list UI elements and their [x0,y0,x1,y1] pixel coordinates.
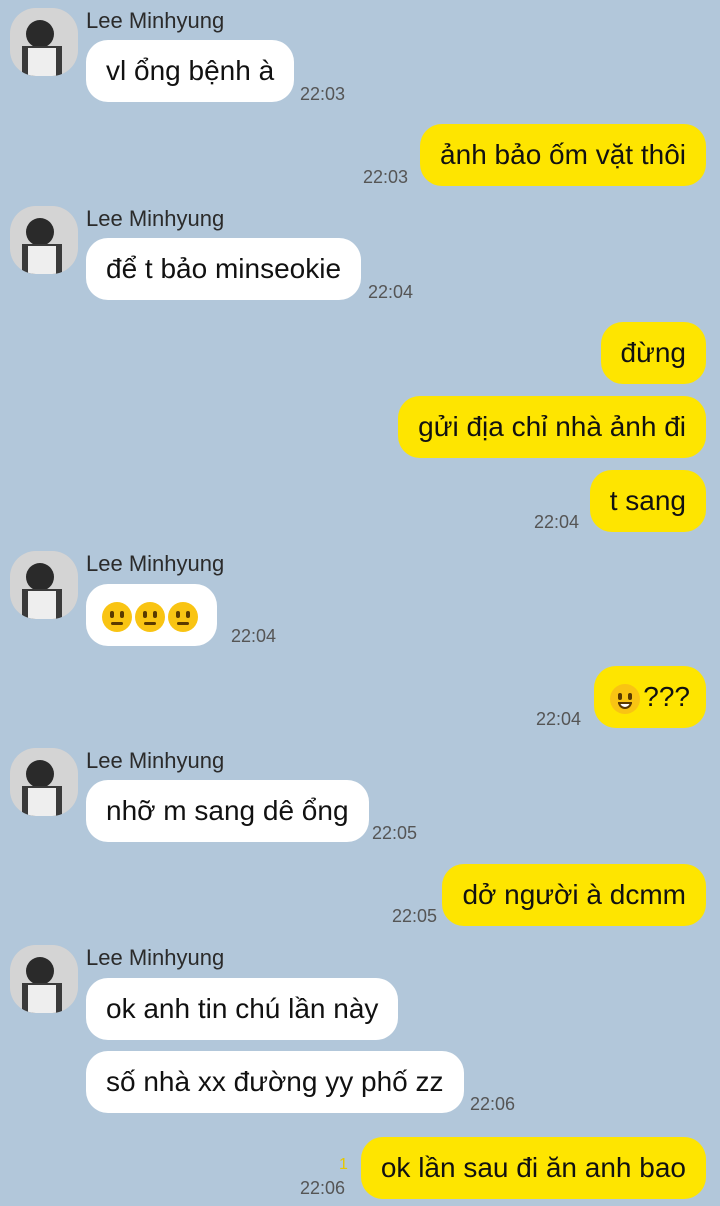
message-time: 22:04 [536,709,582,729]
raised-eyebrow-face-icon [102,601,132,632]
sender-name: Lee Minhyung [86,551,225,576]
profile-photo-icon [10,551,78,619]
message-time: 22:04 [368,282,414,302]
message-bubble[interactable]: số nhà xx đường yy phố zz [86,1051,464,1113]
message-time: 22:06 [470,1094,516,1114]
message-time: 22:04 [534,512,580,532]
profile-photo-icon [10,748,78,816]
message-bubble[interactable]: ảnh bảo ốm vặt thôi [420,124,706,186]
sender-name: Lee Minhyung [86,945,225,970]
profile-photo-icon [10,945,78,1013]
message-text: ??? [643,681,690,712]
grinning-face-icon [610,683,641,714]
message-bubble[interactable]: t sang [589,470,706,532]
sender-name: Lee Minhyung [86,748,225,773]
avatar[interactable] [10,551,78,619]
message-bubble[interactable]: vl ổng bệnh à [86,40,295,102]
message-time: 22:05 [392,906,438,926]
raised-eyebrow-face-icon [135,601,165,632]
message-bubble[interactable]: đừng [600,322,706,384]
avatar[interactable] [10,748,78,816]
message-bubble[interactable]: gửi địa chỉ nhà ảnh đi [398,396,706,458]
sender-name: Lee Minhyung [86,206,225,231]
message-bubble[interactable]: dở người à dcmm [442,864,706,926]
profile-photo-icon [10,8,78,76]
message-time: 22:03 [300,84,346,104]
message-time: 22:03 [363,167,409,187]
message-bubble[interactable]: nhỡ m sang dê ổng [86,780,369,842]
message-bubble[interactable] [86,584,217,646]
avatar[interactable] [10,945,78,1013]
message-bubble[interactable]: ??? [594,666,706,728]
message-time: 22:05 [372,823,418,843]
message-bubble[interactable]: để t bảo minseokie [86,238,362,300]
raised-eyebrow-face-icon [168,601,198,632]
avatar[interactable] [10,206,78,274]
message-bubble[interactable]: ok anh tin chú lần này [86,978,399,1040]
sender-name: Lee Minhyung [86,8,225,33]
message-time: 22:04 [231,626,277,646]
avatar[interactable] [10,8,78,76]
message-bubble[interactable]: ok lần sau đi ăn anh bao [360,1137,706,1199]
message-time: 22:06 [300,1178,346,1198]
unread-count: 1 [339,1156,348,1173]
profile-photo-icon [10,206,78,274]
